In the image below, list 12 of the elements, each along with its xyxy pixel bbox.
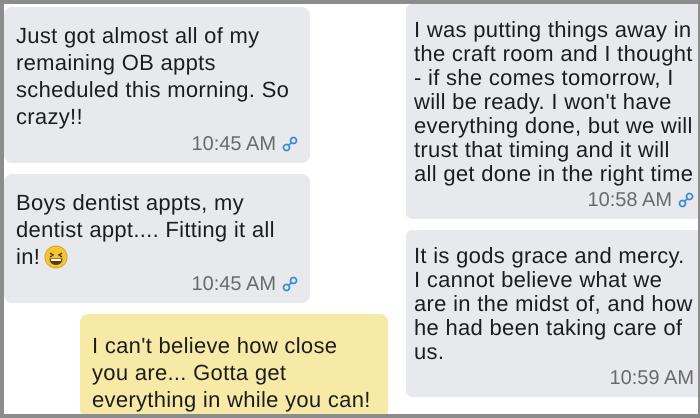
timestamp: 10:59 AM <box>609 366 694 391</box>
message-text: Just got almost all of my remaining OB appts scheduled this morning. So crazy!! <box>16 22 290 130</box>
message-text: Boys dentist appts, my dentist appt.... Fitting it all in! <box>16 189 276 270</box>
link-icon[interactable] <box>678 192 694 208</box>
timestamp: 10:45 AM <box>191 132 276 157</box>
timestamp: 10:45 AM <box>191 272 276 297</box>
link-icon[interactable] <box>282 276 298 292</box>
link-icon[interactable] <box>282 136 298 152</box>
message-text: I was putting things away in the craft room and I thought - if she comes tomorrow, I will be ready. I won't have everything done, but we will trust that timing and it will all get done in the right time <box>414 18 694 186</box>
message-text: It is gods grace and mercy. I cannot believe what we are in the midst of, and how he had been taking care of us. <box>414 244 694 364</box>
timestamp: 10:58 AM <box>587 188 672 213</box>
message-text: I can't believe how close you are... Gotta get everything in while you can! <box>92 332 372 413</box>
